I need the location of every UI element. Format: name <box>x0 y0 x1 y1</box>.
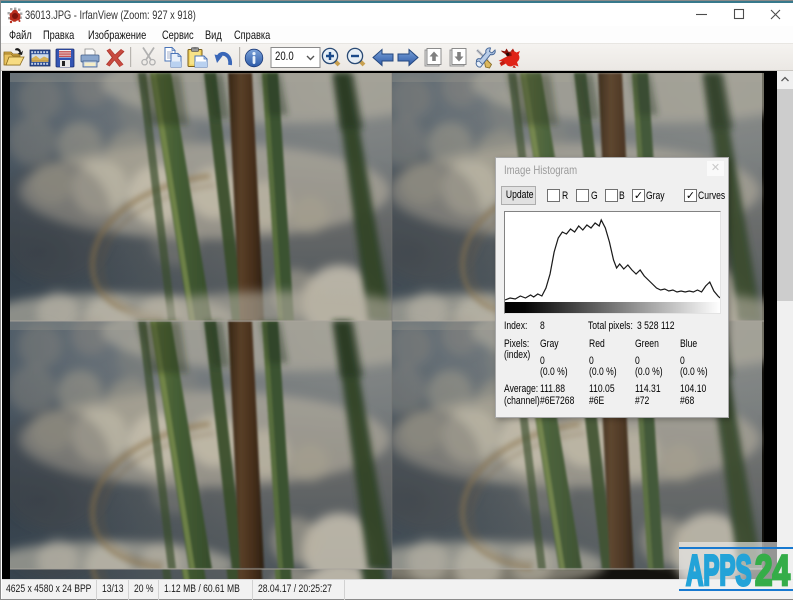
svg-text:24: 24 <box>755 546 790 592</box>
svg-text:APPS: APPS <box>686 547 752 592</box>
